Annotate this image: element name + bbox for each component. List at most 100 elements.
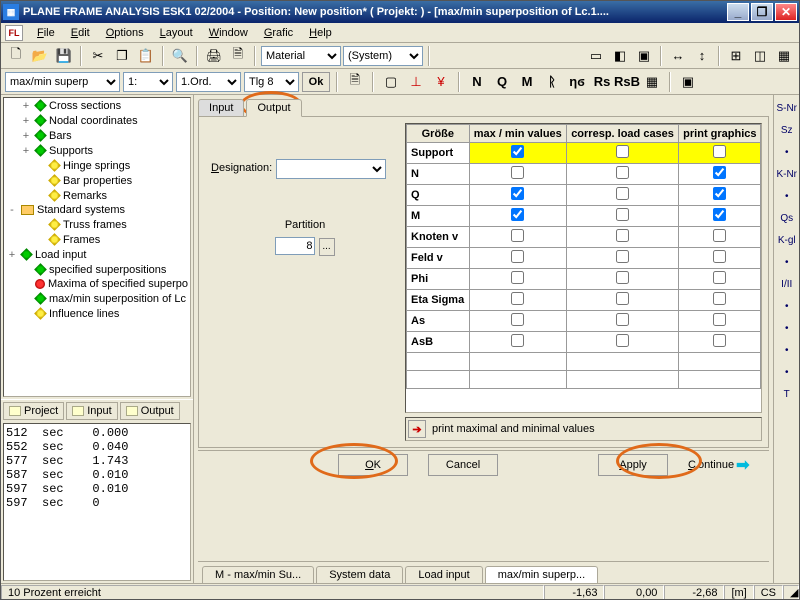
- grid-cell[interactable]: [469, 269, 566, 290]
- menu-options[interactable]: Options: [98, 25, 152, 41]
- menu-window[interactable]: Window: [201, 25, 256, 41]
- tree-item[interactable]: Remarks: [4, 188, 190, 203]
- sym-t-icon[interactable]: ¥: [430, 71, 452, 93]
- grid-checkbox[interactable]: [713, 334, 726, 347]
- tree-item[interactable]: Bar properties: [4, 173, 190, 188]
- grid-cell[interactable]: [469, 311, 566, 332]
- right-tool[interactable]: K-Nr: [775, 165, 799, 183]
- tab-output[interactable]: Output: [246, 99, 301, 117]
- tree-item[interactable]: specified superpositions: [4, 262, 190, 277]
- chk-icon[interactable]: ▣: [677, 71, 699, 93]
- grid-checkbox[interactable]: [616, 313, 629, 326]
- ok-button[interactable]: OK: [338, 454, 408, 476]
- tree-item[interactable]: Frames: [4, 232, 190, 247]
- tree-item[interactable]: -Standard systems: [4, 203, 190, 217]
- grid-cell[interactable]: [679, 332, 761, 353]
- preview-icon[interactable]: 🗎: [227, 45, 249, 67]
- tool-b-icon[interactable]: ◧: [609, 45, 631, 67]
- grid-checkbox[interactable]: [713, 229, 726, 242]
- grid-cell[interactable]: [566, 206, 678, 227]
- menu-edit[interactable]: Edit: [63, 25, 98, 41]
- save-icon[interactable]: 💾: [53, 45, 75, 67]
- new-icon[interactable]: 🗋: [5, 45, 27, 67]
- close-button[interactable]: ✕: [775, 3, 797, 21]
- letter-n-icon[interactable]: N: [466, 71, 488, 93]
- tree-item[interactable]: +Load input: [4, 247, 190, 262]
- grid-checkbox[interactable]: [511, 334, 524, 347]
- grid-cell[interactable]: [566, 185, 678, 206]
- designation-select[interactable]: [276, 159, 386, 179]
- order-select[interactable]: 1.Ord.: [176, 72, 241, 92]
- grid-cell[interactable]: [679, 290, 761, 311]
- output-grid[interactable]: Größemax / min valuescorresp. load cases…: [406, 124, 761, 389]
- grid-checkbox[interactable]: [616, 334, 629, 347]
- grid-cell[interactable]: [566, 290, 678, 311]
- right-tool[interactable]: I/II: [775, 275, 799, 293]
- grid-checkbox[interactable]: [713, 271, 726, 284]
- right-tool[interactable]: •: [775, 187, 799, 205]
- tool-d-icon[interactable]: ↔: [667, 45, 689, 67]
- tree-item[interactable]: Influence lines: [4, 306, 190, 321]
- bottom-tab[interactable]: System data: [316, 566, 403, 583]
- menu-file[interactable]: File: [29, 25, 63, 41]
- grid-cell[interactable]: [679, 371, 761, 389]
- grid-checkbox[interactable]: [616, 271, 629, 284]
- sym-plus-icon[interactable]: ⊥: [405, 71, 427, 93]
- grid-checkbox[interactable]: [713, 250, 726, 263]
- grid-checkbox[interactable]: [616, 145, 629, 158]
- grid-checkbox[interactable]: [713, 187, 726, 200]
- grid-cell[interactable]: [566, 248, 678, 269]
- right-tool[interactable]: •: [775, 319, 799, 337]
- maximize-button[interactable]: ❐: [751, 3, 773, 21]
- material-select[interactable]: Material: [261, 46, 341, 66]
- paste-icon[interactable]: 📋: [135, 45, 157, 67]
- grid-cell[interactable]: [679, 311, 761, 332]
- grid-checkbox[interactable]: [511, 271, 524, 284]
- grid-cell[interactable]: [469, 185, 566, 206]
- right-tool[interactable]: •: [775, 253, 799, 271]
- grid-checkbox[interactable]: [713, 313, 726, 326]
- grid-cell[interactable]: [566, 269, 678, 290]
- grid-cell[interactable]: [469, 143, 566, 164]
- tool-c-icon[interactable]: ▣: [633, 45, 655, 67]
- cut-icon[interactable]: ✂: [87, 45, 109, 67]
- grid-cell[interactable]: [469, 206, 566, 227]
- grid-cell[interactable]: [469, 332, 566, 353]
- grid-cell[interactable]: [566, 143, 678, 164]
- grid-cell[interactable]: [469, 353, 566, 371]
- arrow-right-icon[interactable]: ➔: [408, 420, 426, 438]
- grid-cell[interactable]: [679, 227, 761, 248]
- grid-checkbox[interactable]: [616, 250, 629, 263]
- tlg-select[interactable]: Tlg 8: [244, 72, 299, 92]
- grid-checkbox[interactable]: [616, 187, 629, 200]
- system-select[interactable]: (System): [343, 46, 423, 66]
- grid-checkbox[interactable]: [511, 229, 524, 242]
- tab-input[interactable]: Input: [198, 99, 244, 117]
- open-icon[interactable]: 📂: [29, 45, 51, 67]
- letter-m-icon[interactable]: M: [516, 71, 538, 93]
- grid-cell[interactable]: [679, 248, 761, 269]
- project-tree[interactable]: +Cross sections+Nodal coordinates+Bars+S…: [3, 97, 191, 397]
- bottom-tab[interactable]: max/min superp...: [485, 566, 598, 583]
- partition-more-button[interactable]: ...: [319, 238, 335, 256]
- right-tool[interactable]: Sz: [775, 121, 799, 139]
- right-tool[interactable]: S-Nr: [775, 99, 799, 117]
- grid-cell[interactable]: [566, 353, 678, 371]
- grid-checkbox[interactable]: [511, 313, 524, 326]
- right-tool[interactable]: T: [775, 385, 799, 403]
- grid-cell[interactable]: [469, 290, 566, 311]
- cancel-button[interactable]: Cancel: [428, 454, 498, 476]
- grid-checkbox[interactable]: [511, 250, 524, 263]
- proj-tab-project[interactable]: Project: [3, 402, 64, 420]
- tree-item[interactable]: +Cross sections: [4, 98, 190, 113]
- tool-f-icon[interactable]: ⊞: [725, 45, 747, 67]
- menu-grafic[interactable]: Grafic: [256, 25, 301, 41]
- grid-checkbox[interactable]: [616, 166, 629, 179]
- tree-item[interactable]: Maxima of specified superpo: [4, 277, 190, 291]
- grid-checkbox[interactable]: [511, 292, 524, 305]
- grid-icon[interactable]: ▦: [641, 71, 663, 93]
- style-a-icon[interactable]: 🗎: [344, 71, 366, 93]
- proj-tab-input[interactable]: Input: [66, 402, 117, 420]
- bottom-tab[interactable]: Load input: [405, 566, 482, 583]
- grid-cell[interactable]: [679, 143, 761, 164]
